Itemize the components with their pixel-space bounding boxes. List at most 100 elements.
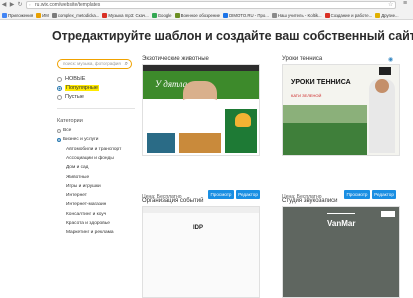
forward-icon[interactable]: ▶ (8, 1, 16, 9)
radio-icon[interactable] (57, 94, 62, 100)
bookmark-item[interactable]: Google (151, 12, 172, 18)
reload-icon[interactable]: ↻ (16, 1, 24, 9)
thumb-logo: IDP (193, 225, 204, 231)
template-thumbnail[interactable]: УРОКИ ТЕННИСА КАТИ ЗЕЛЕНОЙ (282, 64, 400, 156)
template-search-input[interactable]: поиск: музыка, фотография ⌕ (57, 59, 132, 69)
bookmark-label: Приложения (8, 12, 34, 18)
radio-icon[interactable] (57, 137, 61, 142)
template-thumbnail[interactable]: VanMar (282, 206, 400, 298)
filter-popular[interactable]: Популярные (57, 85, 99, 91)
radio-icon[interactable] (57, 76, 62, 82)
templates-page: Отредактируйте шаблон и создайте ваш соб… (0, 20, 413, 298)
tennis-court-image (283, 123, 367, 155)
template-card-tennis[interactable]: Уроки тенниса ◉ УРОКИ ТЕННИСА КАТИ ЗЕЛЕН… (282, 56, 402, 200)
bookmark-label: Создание и работе... (330, 12, 373, 18)
template-card-exotic-animals[interactable]: Экзотические животные У дятла Цена: Бесп… (142, 56, 262, 200)
bookmarks-bar: Приложения ИМ complex_metodicka... Музыка m… (0, 10, 413, 20)
browser-menu-icon[interactable]: ≡ (403, 0, 407, 7)
bookmark-item[interactable]: complex_metodicka... (51, 12, 100, 18)
category-label: Все (63, 128, 72, 133)
category-item[interactable]: Красота и здоровье (66, 221, 110, 226)
thumb-subtitle: КАТИ ЗЕЛЕНОЙ (291, 93, 322, 98)
category-label: Игры и игрушки (66, 183, 101, 189)
category-item[interactable]: Игры и игрушки (66, 184, 101, 189)
category-item[interactable]: Животные (66, 175, 89, 180)
bookmark-label: Военное обозрение (180, 12, 221, 18)
bookmark-item[interactable]: Приложения (2, 12, 34, 18)
category-label: Бизнес и услуги (63, 137, 99, 143)
preview-icon[interactable]: ◉ (388, 56, 393, 63)
category-item[interactable]: Маркетинг и реклама (66, 230, 114, 235)
bookmark-item[interactable]: Другие... (375, 12, 399, 18)
template-thumbnail[interactable]: IDP (142, 206, 260, 298)
radio-icon[interactable] (57, 85, 62, 91)
bookmark-favicon-icon (375, 12, 381, 18)
bookmark-label: Наш учитель - Koltik... (277, 12, 322, 18)
address-bar[interactable]: ▫ ru.wix.com/website/templates (26, 1, 396, 9)
bookmark-label: Другие... (381, 12, 399, 18)
category-item[interactable]: Автомобили и транспорт (66, 147, 121, 152)
bookmark-star-icon[interactable]: ☆ (388, 1, 393, 8)
thumb-title: VanMar (327, 219, 356, 228)
filter-sidebar: поиск: музыка, фотография ⌕ НОВЫЕ Популя… (57, 56, 135, 242)
divider (57, 108, 135, 109)
template-card-recording-studio[interactable]: Студия звукозаписи VanMar (282, 198, 402, 298)
category-label: Ассоциации и фонды (66, 155, 114, 161)
bookmark-favicon-icon (102, 12, 108, 18)
url-text: ru.wix.com/website/templates (35, 2, 101, 8)
filter-label: Популярные (65, 85, 99, 91)
category-label: Маркетинг и реклама (66, 230, 114, 236)
category-item[interactable]: Бизнес и услуги (57, 137, 98, 142)
category-item[interactable]: Дом и сад (66, 165, 88, 170)
template-thumbnail[interactable]: У дятла (142, 64, 260, 156)
category-label: Консалтинг и коуч (66, 211, 107, 217)
category-item[interactable]: Интернет-магазин (66, 202, 106, 207)
template-title: Экзотические животные (142, 56, 209, 62)
bookmark-label: Google (157, 12, 172, 18)
template-title: Уроки тенниса (282, 56, 323, 62)
bookmark-item[interactable]: Создание и работе... (324, 12, 373, 18)
bookmark-favicon-icon (2, 12, 7, 18)
radio-icon[interactable] (57, 128, 61, 133)
template-title: Студия звукозаписи (282, 198, 338, 204)
category-label: Автомобили и транспорт (66, 146, 122, 152)
bookmark-label: ИМ (42, 12, 49, 18)
thumb-title: УРОКИ ТЕННИСА (291, 79, 351, 86)
address-row: ◀ ▶ ↻ ▫ ru.wix.com/website/templates ☆ ≡ (0, 0, 413, 10)
category-item[interactable]: Все (57, 128, 71, 133)
page-title: Отредактируйте шаблон и создайте ваш соб… (52, 29, 413, 43)
category-label: Дом и сад (66, 165, 89, 171)
bookmark-favicon-icon (223, 12, 229, 18)
page-icon: ▫ (29, 2, 31, 7)
categories-title: Категории (57, 118, 83, 124)
category-label: Интернет-магазин (66, 202, 107, 208)
bookmark-favicon-icon (324, 12, 330, 18)
search-placeholder: поиск: музыка, фотография (63, 61, 121, 66)
filter-label: НОВЫЕ (65, 76, 86, 82)
bookmark-label: complex_metodicka... (57, 12, 100, 18)
filter-new[interactable]: НОВЫЕ (57, 76, 85, 82)
category-item[interactable]: Консалтинг и коуч (66, 212, 106, 217)
category-item[interactable]: Ассоциации и фонды (66, 156, 114, 161)
bookmark-item[interactable]: DIMOTO.RU - Про... (223, 12, 269, 18)
bookmark-label: DIMOTO.RU - Про... (229, 12, 269, 18)
back-icon[interactable]: ◀ (0, 1, 8, 9)
bookmark-favicon-icon (151, 12, 157, 18)
category-label: Интернет (66, 193, 87, 199)
filter-label: Пустые (65, 94, 84, 100)
bookmark-favicon-icon (174, 12, 180, 18)
bookmark-label: Музыка mp3: Скач... (108, 12, 149, 18)
category-item[interactable]: Интернет (66, 193, 87, 198)
template-title: Организация событий (142, 198, 204, 204)
bookmark-favicon-icon (36, 12, 42, 18)
bookmark-item[interactable]: Военное обозрение (174, 12, 221, 18)
template-card-events[interactable]: Организация событий IDP (142, 198, 262, 298)
bookmark-favicon-icon (51, 12, 57, 18)
bookmark-favicon-icon (271, 12, 277, 18)
bookmark-item[interactable]: Музыка mp3: Скач... (102, 12, 149, 18)
search-icon[interactable]: ⌕ (125, 60, 128, 68)
filter-blank[interactable]: Пустые (57, 94, 84, 100)
bookmark-item[interactable]: Наш учитель - Koltik... (271, 12, 322, 18)
category-label: Красота и здоровье (66, 221, 110, 226)
bookmark-item[interactable]: ИМ (36, 12, 49, 18)
